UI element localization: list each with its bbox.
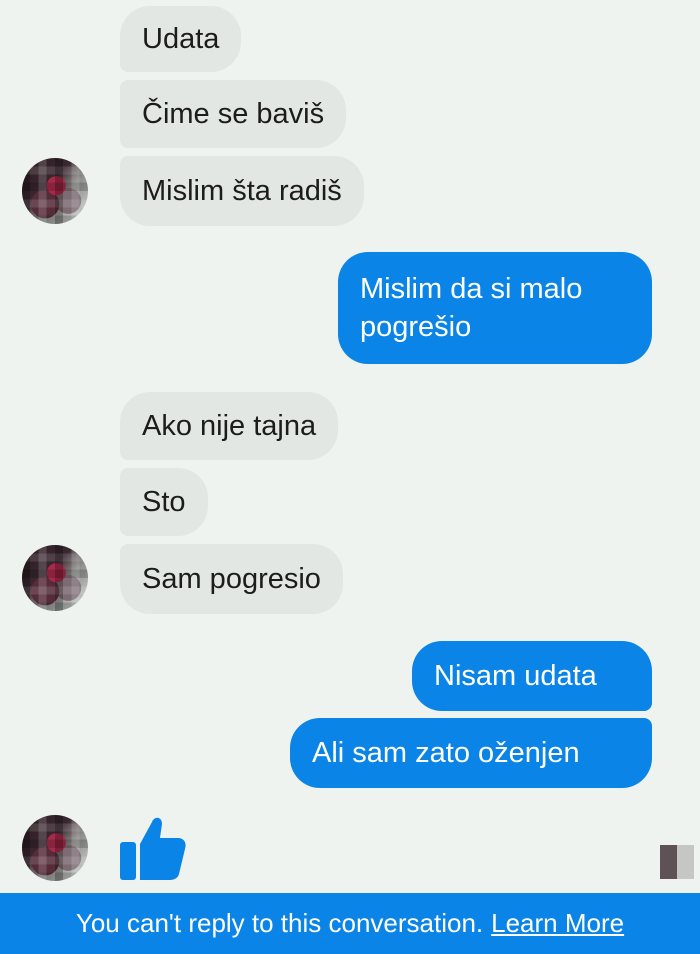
- learn-more-link[interactable]: Learn More: [491, 908, 624, 939]
- contact-avatar[interactable]: [22, 545, 88, 611]
- contact-avatar[interactable]: [22, 158, 88, 224]
- incoming-message: Mislim šta radiš: [120, 156, 364, 226]
- cannot-reply-banner: You can't reply to this conversation. Le…: [0, 893, 700, 954]
- outgoing-message: Mislim da si malo pogrešio: [338, 252, 652, 364]
- incoming-message: Udata: [120, 6, 242, 72]
- incoming-message: Čime se baviš: [120, 80, 347, 148]
- seen-avatar-indicator: [660, 845, 694, 879]
- outgoing-message: Ali sam zato oženjen: [290, 718, 652, 788]
- outgoing-message: Nisam udata: [412, 641, 652, 711]
- contact-avatar[interactable]: [22, 815, 88, 881]
- incoming-message: Sam pogresio: [120, 544, 343, 614]
- banner-message: You can't reply to this conversation.: [75, 908, 484, 938]
- thumbs-up-icon[interactable]: [112, 808, 192, 888]
- incoming-message: Sto: [120, 468, 208, 536]
- incoming-message: Ako nije tajna: [120, 392, 339, 460]
